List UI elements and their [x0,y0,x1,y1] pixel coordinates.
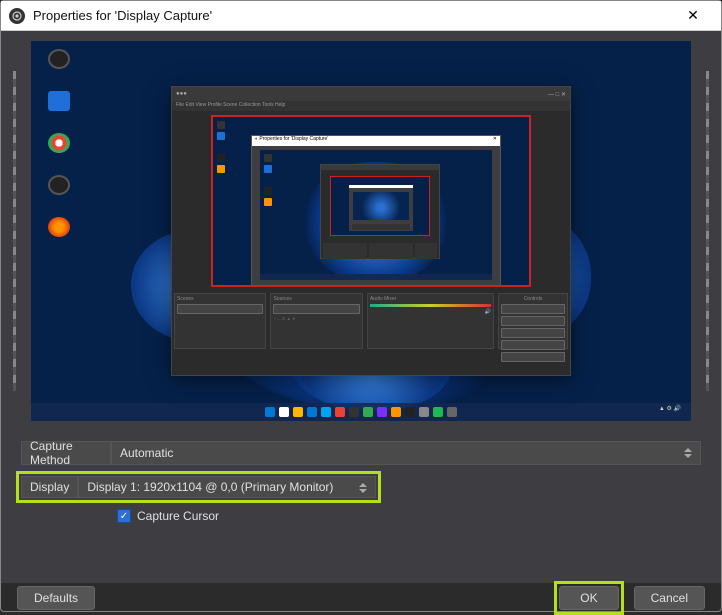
display-label: Display [21,476,78,498]
nested-window-bar: ●●● — □ ✕ [172,87,570,101]
window-title: Properties for 'Display Capture' [33,8,673,23]
desktop-icon [45,175,73,207]
preview-scale-right [706,71,709,391]
dialog-footer: Defaults OK Cancel [1,583,721,613]
display-row-highlight: Display Display 1: 1920x1104 @ 0,0 (Prim… [16,471,381,503]
desktop-icon-recycle [45,91,73,123]
capture-preview: ●●● — □ ✕ File Edit View Profile Scene C… [31,41,691,421]
capture-method-value: Automatic [120,446,173,460]
display-select[interactable]: Display 1: 1920x1104 @ 0,0 (Primary Moni… [78,476,376,498]
capture-method-label: Capture Method [21,441,111,465]
obs-icon [9,8,25,24]
capture-cursor-label: Capture Cursor [137,509,219,523]
desktop-icon-obs [45,49,73,81]
display-row: Display Display 1: 1920x1104 @ 0,0 (Prim… [21,476,376,498]
nested-window-menu: File Edit View Profile Scene Collection … [172,101,570,111]
nested-obs-preview: ◐ Properties for 'Display Capture'✕ [211,115,531,287]
capture-method-select[interactable]: Automatic [111,441,701,465]
capture-method-row: Capture Method Automatic [21,441,701,465]
cancel-button[interactable]: Cancel [634,586,705,610]
preview-scale-left [13,71,16,391]
nested-properties-dialog: ◐ Properties for 'Display Capture'✕ [251,135,501,287]
form-area: Capture Method Automatic Display Display… [1,431,721,583]
dropdown-caret-icon [359,481,369,495]
dialog-content: ●●● — □ ✕ File Edit View Profile Scene C… [1,31,721,583]
desktop-icon-firefox [45,217,73,249]
display-value: Display 1: 1920x1104 @ 0,0 (Primary Moni… [87,480,333,494]
ok-button-highlight: OK [554,581,623,615]
nested-obs-window: ●●● — □ ✕ File Edit View Profile Scene C… [171,86,571,376]
defaults-button[interactable]: Defaults [17,586,95,610]
ok-button[interactable]: OK [559,586,618,610]
titlebar: Properties for 'Display Capture' ✕ [1,1,721,31]
capture-cursor-checkbox[interactable]: ✓ [117,509,131,523]
dropdown-caret-icon [684,446,694,460]
desktop-icons [45,49,73,249]
preview-area: ●●● — □ ✕ File Edit View Profile Scene C… [1,31,721,431]
preview-taskbar: ▲ ⚙ 🔊 [31,403,691,421]
close-button[interactable]: ✕ [673,1,713,31]
capture-cursor-row: ✓ Capture Cursor [21,509,701,523]
desktop-icon-chrome [45,133,73,165]
